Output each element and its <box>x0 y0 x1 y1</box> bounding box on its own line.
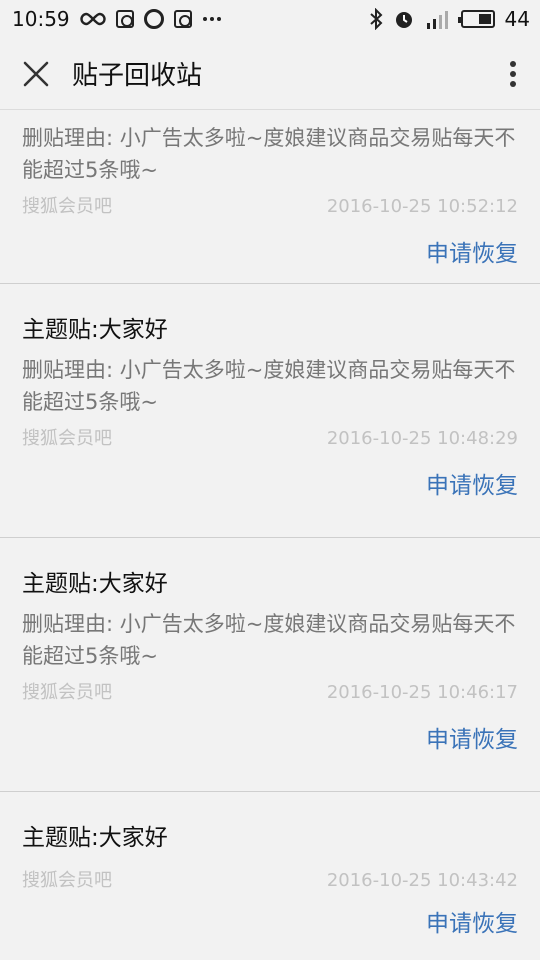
app-bar: 贴子回收站 <box>0 38 540 110</box>
restore-button[interactable]: 申请恢复 <box>426 908 518 940</box>
more-vertical-icon <box>510 60 516 87</box>
list-item: 主题贴:大家好 搜狐会员吧 2016-10-25 10:43:42 申请恢复 <box>0 792 540 948</box>
delete-reason: 删贴理由: 小广告太多啦~度娘建议商品交易贴每天不能超过5条哦~ <box>22 126 516 182</box>
post-meta: 搜狐会员吧 2016-10-25 10:46:17 <box>22 680 518 706</box>
bluetooth-icon <box>369 8 383 30</box>
close-icon <box>23 61 49 86</box>
action-row: 申请恢复 <box>22 470 518 532</box>
page-title: 贴子回收站 <box>72 61 203 91</box>
deleted-posts-list: 删贴理由: 小广告太多啦~度娘建议商品交易贴每天不能超过5条哦~ 搜狐会员吧 2… <box>0 110 540 960</box>
status-bar-right: 44 <box>369 7 530 31</box>
delete-reason: 删贴理由: 小广告太多啦~度娘建议商品交易贴每天不能超过5条哦~ <box>22 612 516 668</box>
sync-icon <box>143 9 164 29</box>
delete-time: 2016-10-25 10:52:12 <box>326 196 518 217</box>
restore-button[interactable]: 申请恢复 <box>426 238 518 270</box>
delete-reason: 删贴理由: 小广告太多啦~度娘建议商品交易贴每天不能超过5条哦~ <box>22 358 516 414</box>
status-time: 10:59 <box>12 7 70 31</box>
infinity-icon <box>80 12 106 26</box>
signal-icon <box>425 9 451 29</box>
delete-time: 2016-10-25 10:48:29 <box>326 428 518 449</box>
more-dots-icon <box>202 16 222 22</box>
forum-name: 搜狐会员吧 <box>22 682 112 703</box>
list-item: 主题贴:大家好 删贴理由: 小广告太多啦~度娘建议商品交易贴每天不能超过5条哦~… <box>0 538 540 792</box>
battery-percent: 44 <box>504 7 530 31</box>
alarm-icon <box>393 8 415 30</box>
post-meta: 搜狐会员吧 2016-10-25 10:52:12 <box>22 194 518 220</box>
post-title[interactable]: 主题贴:大家好 <box>22 538 518 600</box>
forum-name: 搜狐会员吧 <box>22 196 112 217</box>
restore-button[interactable]: 申请恢复 <box>426 724 518 756</box>
delete-time: 2016-10-25 10:43:42 <box>326 870 518 891</box>
forum-name: 搜狐会员吧 <box>22 870 112 891</box>
forum-name: 搜狐会员吧 <box>22 428 112 449</box>
close-button[interactable] <box>0 38 72 110</box>
post-meta: 搜狐会员吧 2016-10-25 10:43:42 <box>22 868 518 894</box>
list-item: 主题贴:大家好 删贴理由: 小广告太多啦~度娘建议商品交易贴每天不能超过5条哦~… <box>0 284 540 538</box>
status-bar-left: 10:59 <box>12 7 222 31</box>
post-title[interactable]: 主题贴:大家好 <box>22 284 518 346</box>
status-bar: 10:59 44 <box>0 0 540 38</box>
list-item: 删贴理由: 小广告太多啦~度娘建议商品交易贴每天不能超过5条哦~ 搜狐会员吧 2… <box>0 110 540 284</box>
notification-icon <box>115 10 134 28</box>
post-meta: 搜狐会员吧 2016-10-25 10:48:29 <box>22 426 518 452</box>
action-row: 申请恢复 <box>22 908 518 960</box>
battery-fill <box>479 14 491 24</box>
delete-time: 2016-10-25 10:46:17 <box>326 682 518 703</box>
post-title[interactable]: 主题贴:大家好 <box>22 792 518 854</box>
notification-icon <box>173 10 192 28</box>
battery-icon <box>457 10 495 28</box>
action-row: 申请恢复 <box>22 724 518 786</box>
restore-button[interactable]: 申请恢复 <box>426 470 518 502</box>
more-menu-button[interactable] <box>486 38 540 110</box>
